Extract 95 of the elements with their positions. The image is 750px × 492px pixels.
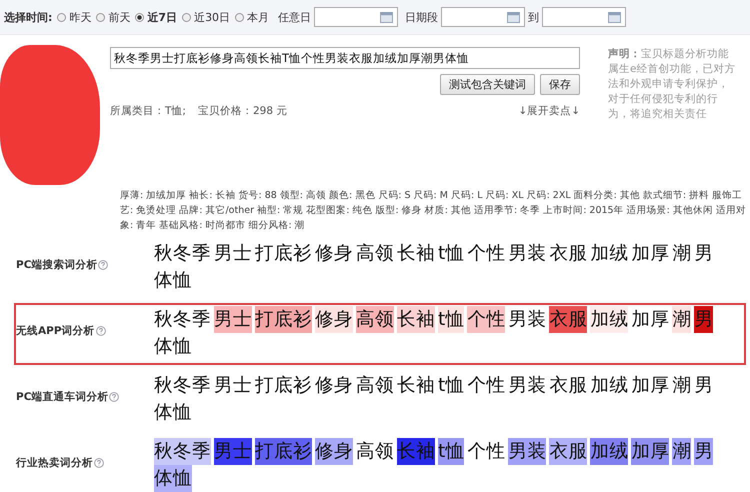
keyword-text: 衣服 (549, 438, 588, 465)
row-label: PC端直通车词分析 (16, 390, 108, 404)
category-text: 所属类目：T恤; (110, 104, 186, 118)
date-range-label: 日期段 (405, 10, 438, 24)
keyword-text: 体恤 (154, 465, 192, 492)
keyword-text: 秋冬季 (154, 308, 211, 332)
keyword-text: 男士 (214, 306, 252, 333)
keyword-text: 男装 (508, 308, 546, 332)
keyword-text: 打底衫 (255, 438, 312, 465)
keyword-text: 加厚 (631, 374, 670, 398)
keyword-text: 男 (694, 242, 714, 266)
radio-option[interactable]: 近30日 (182, 10, 230, 24)
keyword-text: t恤 (438, 438, 464, 465)
filter-label: 选择时间: (4, 10, 52, 24)
row-label: 行业热卖词分析 (16, 456, 93, 470)
calendar-icon[interactable] (507, 12, 520, 22)
keyword-text: 衣服 (549, 306, 588, 333)
analysis-row[interactable]: PC端搜索词分析 秋冬季 男士 打底衫 修身 高领 长袖 t恤 个性 男装 衣服 加绒 加厚 潮 男 体恤 (14, 237, 746, 299)
keyword-text: 加厚 (631, 308, 670, 332)
keyword-text: 男装 (508, 374, 546, 398)
keyword-text: 潮 (672, 438, 692, 465)
keyword-text: 体恤 (154, 269, 192, 293)
keyword-text: 高领 (356, 374, 394, 398)
help-icon[interactable] (94, 458, 104, 468)
keyword-text: 个性 (467, 440, 506, 464)
help-icon[interactable] (96, 326, 106, 336)
to-label: 到 (528, 10, 540, 24)
analysis-row[interactable]: PC端直通车词分析 秋冬季 男士 打底衫 修身 高领 长袖 t恤 个性 男装 衣服 加绒 加厚 潮 男 体恤 (14, 369, 746, 431)
keyword-text: 高领 (356, 306, 394, 333)
keyword-text: 长袖 (397, 242, 435, 266)
action-button[interactable]: 测试包含关键词 (440, 74, 535, 95)
calendar-icon[interactable] (608, 12, 622, 22)
action-button[interactable]: 保存 (540, 74, 580, 95)
keyword-text: 长袖 (397, 438, 435, 465)
keyword-text: 打底衫 (255, 242, 312, 266)
keyword-text: 潮 (672, 306, 692, 333)
keyword-text: 加绒 (590, 242, 628, 266)
date-field[interactable] (441, 7, 526, 27)
keyword-text: 修身 (315, 242, 353, 266)
date-field[interactable] (314, 7, 398, 27)
keyword-text: 个性 (467, 306, 506, 333)
keyword-text: 修身 (315, 306, 353, 333)
radio-option[interactable]: 昨天 (57, 10, 92, 24)
keyword-text: 秋冬季 (154, 374, 211, 398)
any-day-label: 任意日 (278, 10, 312, 24)
title-field[interactable]: 秋冬季男士打底衫修身高领长袖T恤个性男装衣服加绒加厚潮男体恤 (110, 47, 580, 69)
keyword-text: 打底衫 (255, 306, 312, 333)
keyword-text: 体恤 (154, 335, 192, 359)
keyword-text: 男士 (214, 242, 252, 266)
keyword-text: 男 (694, 306, 714, 333)
keyword-text: 体恤 (154, 401, 192, 425)
keyword-text: 个性 (467, 374, 506, 398)
keyword-text: 高领 (356, 440, 394, 464)
analysis-row[interactable]: 无线APP词分析 秋冬季 男士 打底衫 修身 高领 长袖 t恤 个性 男装 衣服 加绒 加厚 潮 男 体恤 (14, 303, 746, 365)
keyword-text: 男士 (214, 438, 252, 465)
row-label: 无线APP词分析 (16, 324, 95, 338)
keyword-text: 衣服 (549, 242, 588, 266)
price-text: 宝贝价格：298 元 (198, 104, 288, 118)
calendar-icon[interactable] (380, 12, 394, 22)
keyword-text: 加绒 (590, 306, 628, 333)
help-icon[interactable] (109, 392, 120, 402)
keyword-text: 加厚 (631, 438, 670, 465)
row-label: PC端搜索词分析 (16, 258, 98, 272)
keyword-text: 加绒 (590, 438, 628, 465)
keyword-text: 男 (694, 438, 714, 465)
keyword-text: 个性 (467, 242, 506, 266)
keyword-text: 潮 (672, 242, 692, 266)
expand-link[interactable]: ↓展开卖点↓ (518, 104, 580, 118)
keyword-text: 修身 (315, 374, 353, 398)
help-icon[interactable] (98, 260, 108, 270)
keyword-text: 潮 (672, 374, 692, 398)
keyword-text: 长袖 (397, 306, 435, 333)
keyword-text: 加厚 (631, 242, 670, 266)
radio-option[interactable]: 近7日 (135, 10, 178, 24)
keyword-text: 加绒 (590, 374, 628, 398)
keyword-text: 男士 (214, 374, 252, 398)
keyword-text: 衣服 (549, 374, 588, 398)
keyword-text: 打底衫 (255, 374, 312, 398)
keyword-text: 修身 (315, 438, 353, 465)
keyword-text: t恤 (438, 374, 464, 398)
date-field[interactable] (542, 7, 626, 27)
analysis-row[interactable]: 行业热卖词分析 秋冬季 男士 打底衫 修身 高领 长袖 t恤 个性 男装 衣服 加绒 加厚 潮 男 体恤 (14, 435, 746, 492)
keyword-text: t恤 (438, 306, 464, 333)
keyword-text: 高领 (356, 242, 394, 266)
keyword-text: 秋冬季 (154, 438, 211, 465)
keyword-text: 长袖 (397, 374, 435, 398)
keyword-text: 男装 (508, 242, 546, 266)
keyword-text: 男 (694, 374, 714, 398)
attributes-text: 厚薄: 加绒加厚 袖长: 长袖 货号: 88 领型: 高领 颜色: 黑色 尺码: S 尺码: M 尺码: L 尺码: XL 尺码: 2XL 面料分类: 其他 款式细节: 拼料 服饰工艺: 免烫处理 品牌: 其它/other 袖型: 常规 花型图案: 纯色 版型: 修身 材质: 其他 适用季节: 冬季 上市时间: 2015年 适用场景: 其他休闲 适用对象: 青年 基础风格: 时尚都市 细分风格: 潮 (120, 189, 747, 233)
keyword-text: t恤 (438, 242, 464, 266)
notice-text: 声明：宝贝标题分析功能属生e经首创功能，已对方法和外观申请专利保护，对于任何侵犯专利的行为，将追究相关责任 (608, 47, 736, 122)
radio-option[interactable]: 前天 (96, 10, 130, 24)
keyword-text: 秋冬季 (154, 242, 211, 266)
radio-option[interactable]: 本月 (235, 10, 270, 24)
keyword-text: 男装 (508, 438, 546, 465)
